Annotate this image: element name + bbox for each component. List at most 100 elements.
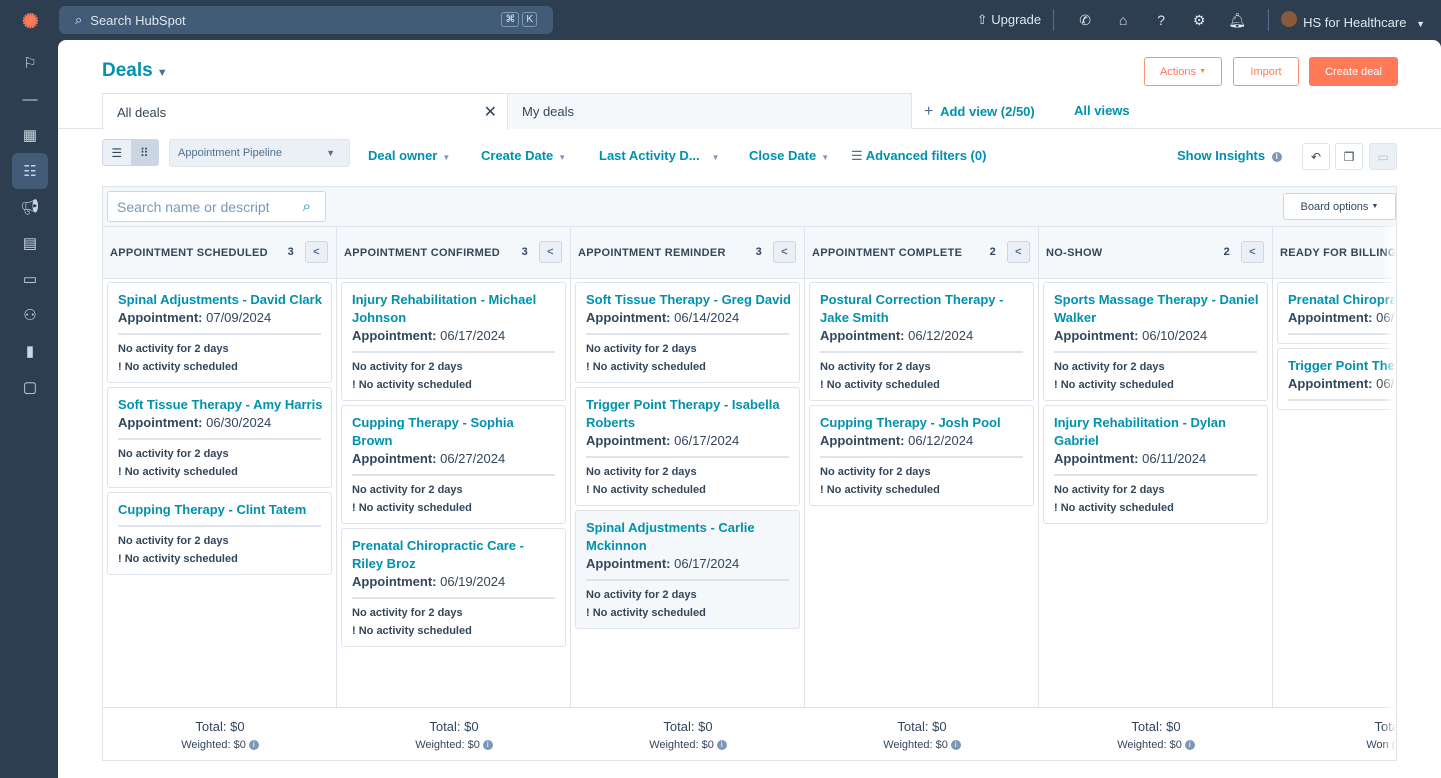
- deal-card[interactable]: Sports Massage Therapy - Daniel Walker Ap…: [1043, 282, 1268, 401]
- collapse-column-button[interactable]: <: [305, 241, 328, 263]
- board-column: NO-SHOW 2 < Sports Massage Therapy - Daniel…: [1039, 226, 1273, 760]
- view-toggle: ☰ ⠿: [102, 139, 159, 166]
- board-column: APPOINTMENT SCHEDULED 3 < Spinal Adjustment…: [103, 226, 337, 760]
- deal-title-link[interactable]: Cupping Therapy - Clint Tatem: [118, 501, 323, 519]
- deal-card[interactable]: Injury Rehabilitation - Dylan Gabriel App…: [1043, 405, 1268, 524]
- deal-title-link[interactable]: Cupping Therapy - Josh Pool: [820, 414, 1025, 432]
- deal-card[interactable]: Postural Correction Therapy - Jake Smith…: [809, 282, 1034, 401]
- deal-card[interactable]: Cupping Therapy - Sophia Brown Appointmen…: [341, 405, 566, 524]
- deal-title-link[interactable]: Sports Massage Therapy - Daniel Walker: [1054, 291, 1259, 327]
- marketplace-icon[interactable]: ⌂: [1104, 12, 1142, 28]
- bell-icon[interactable]: 🔔︎: [1218, 12, 1256, 29]
- info-icon[interactable]: i: [248, 740, 259, 751]
- deal-title-link[interactable]: Cupping Therapy - Sophia Brown: [352, 414, 557, 450]
- deal-title-link[interactable]: Prenatal Chiropra Emma Baker: [1288, 291, 1396, 309]
- caret-icon: ▼: [442, 153, 451, 162]
- filter-close-date[interactable]: Close Date ▼: [749, 148, 829, 163]
- deal-card[interactable]: Trigger Point The TheoryAppointment: 06/: [1277, 348, 1396, 410]
- divider: [1054, 474, 1257, 476]
- collapse-icon[interactable]: —: [12, 81, 48, 117]
- card-list: Sports Massage Therapy - Daniel Walker Ap…: [1039, 279, 1272, 707]
- filter-deal-owner[interactable]: Deal owner ▼: [368, 148, 450, 163]
- info-icon[interactable]: i: [716, 740, 727, 751]
- column-footer: Total: $0 Weighted: $0 i: [571, 707, 805, 760]
- deal-card[interactable]: Cupping Therapy - Josh Pool Appointment: …: [809, 405, 1034, 506]
- upgrade-button[interactable]: ⇧ Upgrade: [977, 12, 1041, 28]
- filter-create-date[interactable]: Create Date ▼: [481, 148, 566, 163]
- filter-last-activity[interactable]: Last Activity D... ▼: [599, 148, 720, 163]
- workflow-icon[interactable]: ⚇: [12, 297, 48, 333]
- deal-title-link[interactable]: Spinal Adjustments - David Clark: [118, 291, 323, 309]
- info-icon[interactable]: i: [482, 740, 493, 751]
- appointment-date: Appointment: 06/17/2024: [352, 328, 506, 343]
- tab-my-deals[interactable]: My deals: [507, 93, 912, 129]
- column-footer: Total: $0 Weighted: $0 i: [337, 707, 571, 760]
- tab-all-deals[interactable]: All deals ✕: [102, 93, 508, 130]
- collapse-column-button[interactable]: <: [1007, 241, 1030, 263]
- activity-scheduled-status: ! No activity scheduled: [586, 607, 706, 619]
- deal-card[interactable]: Injury Rehabilitation - Michael Johnson A…: [341, 282, 566, 401]
- activity-scheduled-status: ! No activity scheduled: [820, 379, 940, 391]
- deal-card[interactable]: Spinal Adjustments - Carlie Mckinnon Appo…: [575, 510, 800, 629]
- deal-card[interactable]: Cupping Therapy - Clint Tatem No activity…: [107, 492, 332, 575]
- deal-title-link[interactable]: Injury Rehabilitation - Dylan Gabriel: [1054, 414, 1259, 450]
- advanced-filters-button[interactable]: ☰ Advanced filters (0): [851, 148, 986, 164]
- deal-title-link[interactable]: Soft Tissue Therapy - Greg David: [586, 291, 791, 309]
- deal-card[interactable]: Prenatal Chiropractic Care - Riley Broz A…: [341, 528, 566, 647]
- divider: [1288, 399, 1396, 401]
- deal-title-link[interactable]: Trigger Point Therapy - Isabella Roberts: [586, 396, 791, 432]
- deal-card[interactable]: Trigger Point Therapy - Isabella Roberts…: [575, 387, 800, 506]
- phone-icon[interactable]: ✆: [1066, 12, 1104, 29]
- collapse-column-button[interactable]: <: [773, 241, 796, 263]
- create-deal-button[interactable]: Create deal: [1309, 57, 1398, 86]
- apps-grid-icon[interactable]: ▦: [12, 117, 48, 153]
- wallet-icon[interactable]: ▭: [12, 261, 48, 297]
- deal-card[interactable]: Prenatal Chiropra Emma BakerAppointment:…: [1277, 282, 1396, 344]
- collapse-column-button[interactable]: <: [1241, 241, 1264, 263]
- deal-title-link[interactable]: Prenatal Chiropractic Care - Riley Broz: [352, 537, 557, 573]
- divider: [1268, 9, 1270, 31]
- column-total: Total:: [1273, 719, 1396, 734]
- bookmark-icon[interactable]: ⚐: [12, 45, 48, 81]
- show-insights-button[interactable]: Show Insights i: [1177, 148, 1282, 163]
- global-search-input[interactable]: ⌕ Search HubSpot ⌘ K: [59, 6, 553, 34]
- board-options-button[interactable]: Board options ▼: [1283, 193, 1396, 220]
- collapse-column-button[interactable]: <: [539, 241, 562, 263]
- column-header: APPOINTMENT REMINDER 3 <: [571, 226, 804, 279]
- import-button[interactable]: Import: [1233, 57, 1299, 86]
- info-icon[interactable]: i: [950, 740, 961, 751]
- account-menu[interactable]: HS for Healthcare ▼: [1281, 10, 1425, 30]
- hubspot-logo-icon[interactable]: ✺: [22, 9, 44, 33]
- info-icon[interactable]: i: [1184, 740, 1195, 751]
- deal-title-link[interactable]: Trigger Point The Theory: [1288, 357, 1396, 375]
- deal-card[interactable]: Soft Tissue Therapy - Greg David Appointm…: [575, 282, 800, 383]
- divider: [1053, 9, 1055, 31]
- folder-icon[interactable]: ▢: [12, 369, 48, 405]
- deal-title-link[interactable]: Soft Tissue Therapy - Amy Harris: [118, 396, 323, 414]
- deal-card[interactable]: Soft Tissue Therapy - Amy Harris Appointm…: [107, 387, 332, 488]
- reports-icon[interactable]: ▮: [12, 333, 48, 369]
- megaphone-icon[interactable]: 📢︎: [12, 189, 48, 225]
- deal-title-link[interactable]: Injury Rehabilitation - Michael Johnson: [352, 291, 557, 327]
- page-title[interactable]: Deals ▼: [102, 60, 168, 82]
- pipeline-select[interactable]: Appointment Pipeline ▼: [169, 139, 350, 167]
- save-icon[interactable]: ▭: [1369, 143, 1397, 170]
- add-view-button[interactable]: + Add view (2/50): [924, 103, 1035, 121]
- content-icon[interactable]: ▤: [12, 225, 48, 261]
- copy-icon[interactable]: ❐: [1335, 143, 1363, 170]
- list-view-icon[interactable]: ☰: [103, 140, 131, 165]
- deal-title-link[interactable]: Spinal Adjustments - Carlie Mckinnon: [586, 519, 791, 555]
- help-icon[interactable]: ?: [1142, 12, 1180, 28]
- deal-title-link[interactable]: Postural Correction Therapy - Jake Smith: [820, 291, 1025, 327]
- board-view-icon[interactable]: ⠿: [130, 140, 158, 165]
- activity-status: No activity for 2 days: [586, 343, 697, 355]
- avatar: [1281, 10, 1298, 27]
- gear-icon[interactable]: ⚙: [1180, 12, 1218, 29]
- deal-card[interactable]: Spinal Adjustments - David Clark Appointm…: [107, 282, 332, 383]
- undo-icon[interactable]: ↶: [1302, 143, 1330, 170]
- all-views-link[interactable]: All views: [1074, 103, 1130, 118]
- close-icon[interactable]: ✕: [484, 102, 497, 122]
- actions-button[interactable]: Actions ▼: [1144, 57, 1222, 86]
- board-search-input[interactable]: Search name or descript ⌕: [107, 191, 326, 222]
- contacts-icon[interactable]: ☷: [12, 153, 48, 189]
